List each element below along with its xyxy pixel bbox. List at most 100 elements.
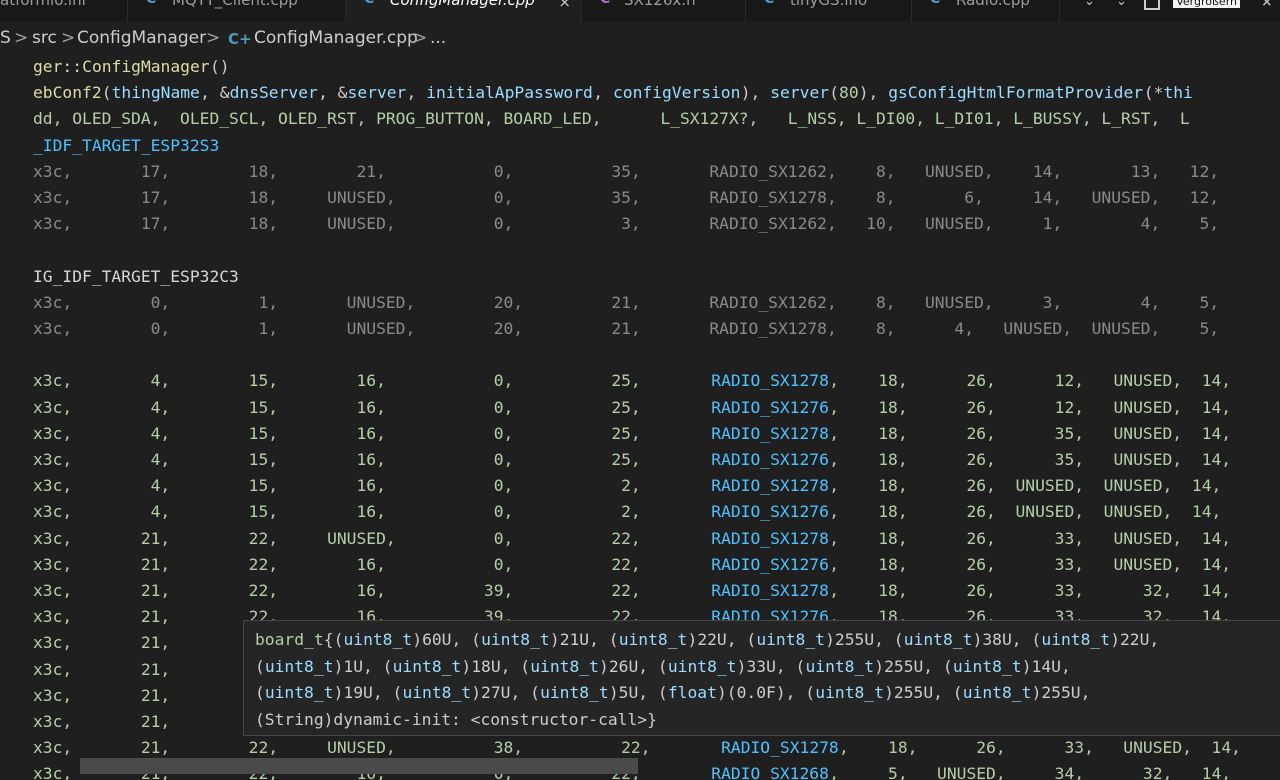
hover-token: uint8_t (952, 656, 1022, 676)
code-token: , 18, 26, 33, UNUSED, 14, (829, 554, 1232, 574)
more-actions-icon[interactable]: ⌄ (1116, 0, 1127, 9)
code-token: ), (858, 83, 889, 103)
code-token: x3c, 21, 22, UNUSED, 0, 22, (33, 528, 710, 548)
tab-label: SX126x.h (624, 0, 696, 9)
cpp-file-icon: C (146, 0, 156, 7)
code-token: dnsServer (229, 83, 318, 103)
hover-token: uint8_t (618, 630, 688, 649)
code-token: x3c, 4, 15, 16, 0, 2, (33, 502, 710, 522)
hover-token: uint8_t (402, 683, 472, 702)
tab-actions: ⌄ ⌄ Vergrößern × (1060, 0, 1280, 22)
tab-label: ConfigManager.cpp (390, 0, 535, 9)
tab-label: atformio.ini (0, 0, 86, 9)
code-token: RADIO_SX1278 (711, 476, 829, 496)
code-token: x3c, 17, 18, 21, 0, 35, RADIO_SX1262, 8,… (33, 161, 1220, 181)
hover-token: )255U, (1031, 683, 1091, 702)
maximize-icon[interactable] (1144, 0, 1160, 10)
hover-token: )255U, ( (884, 683, 963, 702)
hover-token: )60U, ( (412, 630, 481, 649)
code-token: x3c, 21, (33, 685, 171, 705)
hover-token: ( (255, 683, 265, 702)
close-icon[interactable]: × (1262, 0, 1272, 12)
hover-tooltip: board_t{(uint8_t)60U, (uint8_t)21U, (uin… (243, 620, 1280, 736)
breadcrumb-item-src[interactable]: src (32, 28, 57, 48)
hover-token: )1U, ( (333, 656, 393, 676)
code-token: RADIO_SX1278 (711, 423, 829, 443)
code-token: RADIO_SX1276 (711, 502, 829, 522)
tab-label: tinyGS.ino (790, 0, 868, 9)
header-file-icon: C (600, 0, 610, 7)
hover-token: )255U, ( (874, 656, 953, 676)
tab-platformio-ini[interactable]: atformio.ini (0, 0, 128, 22)
cpp-file-icon: C (364, 0, 374, 7)
hover-token: uint8_t (1041, 630, 1111, 649)
code-token: ( (829, 83, 840, 103)
code-token: RADIO_SX1268 (711, 764, 829, 780)
tab-radio-cpp[interactable]: C Radio.cpp (912, 0, 1060, 22)
hover-token: uint8_t (392, 656, 462, 676)
code-token: , 18, 26, 33, UNUSED, 14, (839, 738, 1241, 758)
code-token: x3c, 21, 22, 16, 0, 22, (33, 554, 710, 574)
chevron-right-icon: > (14, 28, 29, 48)
tab-configmanager-cpp[interactable]: C ConfigManager.cpp × (346, 0, 582, 22)
tab-sx126x-h[interactable]: C SX126x.h (582, 0, 746, 22)
code-token: , 18, 26, 35, UNUSED, 14, (829, 423, 1232, 443)
hover-token: )(0.0F), ( (717, 683, 816, 702)
code-token: RADIO_SX1276 (711, 450, 829, 469)
chevron-right-icon: > (206, 28, 221, 48)
hover-token: uint8_t (805, 656, 875, 676)
breadcrumb-item[interactable]: S (0, 28, 11, 48)
maximize-tooltip: Vergrößern (1173, 0, 1240, 8)
code-token: RADIO_SX1278 (711, 371, 829, 391)
code-token: , 18, 26, 35, UNUSED, 14, (829, 450, 1232, 469)
code-token: x3c, 0, 1, UNUSED, 20, 21, RADIO_SX1278,… (33, 319, 1220, 338)
code-token: ( (101, 83, 112, 103)
editor-tab-bar: atformio.ini C MQTT_Client.cpp C ConfigM… (0, 0, 1280, 22)
close-icon[interactable]: × (558, 0, 571, 11)
hover-token: )21U, ( (549, 630, 619, 649)
code-token: IG_IDF_TARGET_ESP32C3 (33, 266, 239, 286)
code-token: , 5, UNUSED, 34, 32, 14, (829, 764, 1232, 780)
code-token: x3c, 4, 15, 16, 0, 2, (33, 476, 710, 496)
code-token: , (406, 83, 427, 103)
hover-token: uint8_t (530, 656, 599, 676)
ino-file-icon: C (764, 0, 774, 7)
breadcrumb-item-folder[interactable]: ConfigManager (77, 28, 206, 48)
code-token: () (209, 57, 230, 76)
breadcrumb-item-symbols[interactable]: ... (430, 28, 446, 48)
tab-tinygs-ino[interactable]: C tinyGS.ino (746, 0, 912, 22)
chevron-down-icon[interactable]: ⌄ (1084, 0, 1095, 9)
code-token: ConfigManager (82, 57, 210, 76)
tab-label: MQTT_Client.cpp (172, 0, 298, 9)
code-token: gsConfigHtmlFormatProvider (888, 83, 1144, 103)
code-token: x3c, 4, 15, 16, 0, 25, (33, 423, 710, 443)
code-token: x3c, 4, 15, 16, 0, 25, (33, 371, 710, 391)
code-token: thi (1163, 83, 1193, 103)
code-token: ebConf2 (33, 83, 102, 103)
code-token: _IDF_TARGET_ESP32S3 (33, 135, 220, 155)
code-token: configVersion (612, 83, 741, 103)
code-token: , (593, 83, 613, 103)
code-token: x3c, 17, 18, UNUSED, 0, 3, RADIO_SX1262,… (33, 214, 1220, 234)
hover-token: board_t (255, 630, 324, 649)
code-token: server (770, 83, 830, 103)
code-token: ger:: (33, 57, 83, 76)
tab-mqtt-client-cpp[interactable]: C MQTT_Client.cpp (128, 0, 346, 22)
breadcrumb-item-file[interactable]: ConfigManager.cpp (254, 28, 418, 48)
horizontal-scrollbar[interactable] (80, 758, 638, 774)
code-token: RADIO_SX1278 (721, 738, 839, 758)
hover-token: uint8_t (962, 683, 1032, 702)
code-token: RADIO_SX1278 (711, 581, 829, 600)
hover-token: )38U, ( (972, 630, 1042, 649)
code-token: RADIO_SX1278 (711, 528, 829, 548)
hover-token: )255U, ( (825, 630, 904, 649)
code-token: ), (740, 83, 771, 103)
chevron-right-icon: > (413, 28, 428, 48)
code-token: , 18, 26, 33, UNUSED, 14, (829, 528, 1232, 548)
code-token: 80 (839, 83, 859, 103)
hover-token: uint8_t (343, 630, 413, 649)
code-token: x3c, 17, 18, UNUSED, 0, 35, RADIO_SX1278… (33, 188, 1220, 207)
code-token: x3c, 0, 1, UNUSED, 20, 21, RADIO_SX1262,… (33, 292, 1220, 312)
code-token: server (347, 83, 407, 103)
code-token: x3c, 4, 15, 16, 0, 25, (33, 450, 710, 469)
